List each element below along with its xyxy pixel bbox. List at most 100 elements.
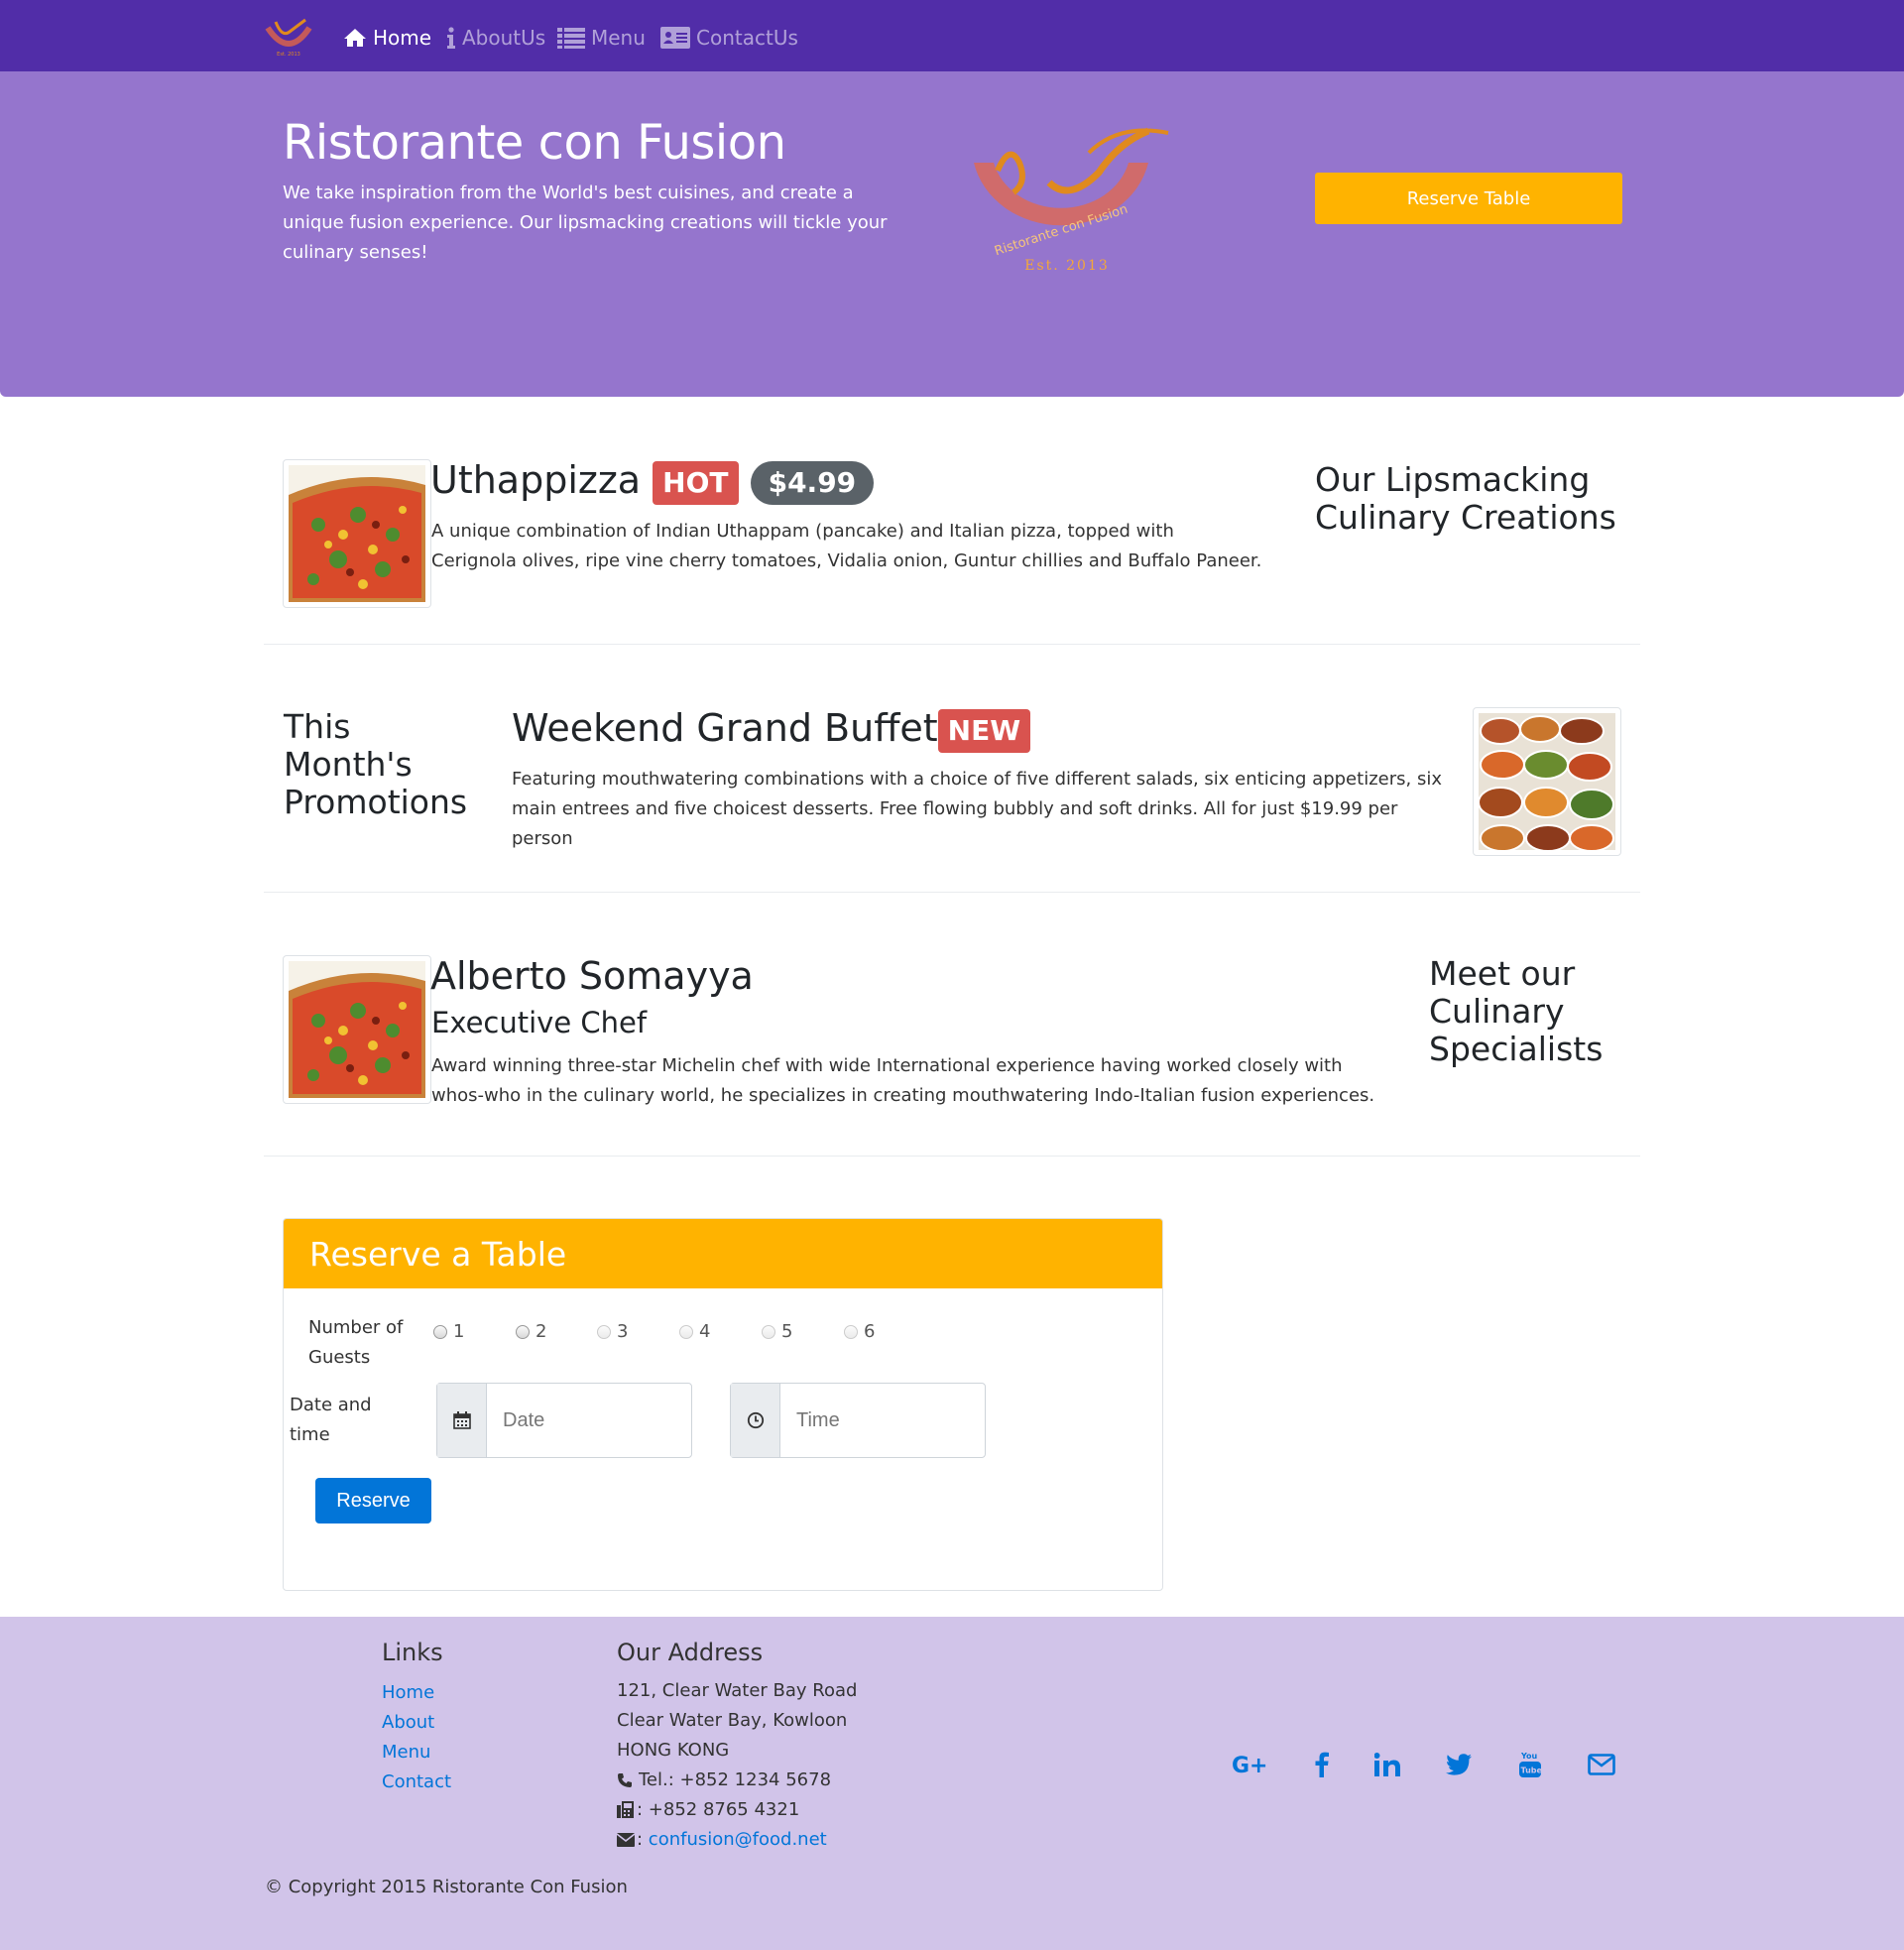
guest-radio-1[interactable]: 1 (433, 1321, 464, 1342)
reserve-submit-button[interactable]: Reserve (315, 1478, 431, 1523)
time-input-group (730, 1383, 986, 1458)
guest-option-label: 3 (617, 1321, 629, 1342)
nav-contactus-label: ContactUs (696, 26, 798, 50)
address-line-1: 121, Clear Water Bay Road (617, 1680, 858, 1701)
guest-option-label: 4 (699, 1321, 711, 1342)
guests-label: Number of Guests (308, 1317, 404, 1368)
envelope-icon (617, 1833, 635, 1847)
copyright: © Copyright 2015 Ristorante Con Fusion (265, 1877, 628, 1897)
address-email: : confusion@food.net (617, 1825, 827, 1855)
brand-logo[interactable]: Est. 2013 (262, 16, 315, 58)
address-fax: : +852 8765 4321 (617, 1795, 799, 1825)
tel-text: Tel.: +852 1234 5678 (639, 1769, 832, 1790)
home-icon (344, 29, 366, 47)
new-badge: NEW (937, 708, 1031, 753)
twitter-icon (1446, 1754, 1472, 1775)
navbar: Est. 2013 Home AboutUs Menu ContactUs (0, 0, 1904, 71)
date-input-group (436, 1383, 692, 1458)
footer-links-heading: Links (382, 1639, 443, 1666)
radio-button[interactable] (679, 1324, 693, 1339)
svg-text:G+: G+ (1232, 1754, 1268, 1775)
jumbotron: Ristorante con Fusion We take inspiratio… (0, 71, 1904, 397)
nav-menu[interactable]: Menu (557, 24, 646, 52)
footer-link-home[interactable]: Home (382, 1682, 434, 1703)
leader-designation: Executive Chef (431, 1006, 648, 1039)
hot-badge: HOT (653, 460, 739, 505)
time-input[interactable] (782, 1384, 981, 1457)
row-divider (264, 644, 1640, 645)
svg-text:You: You (1520, 1752, 1538, 1761)
radio-button[interactable] (516, 1324, 530, 1339)
guest-radio-3[interactable]: 3 (597, 1321, 628, 1342)
footer-link-menu[interactable]: Menu (382, 1742, 430, 1763)
guest-radio-2[interactable]: 2 (516, 1321, 546, 1342)
clock-icon (747, 1411, 764, 1429)
dish-image (283, 459, 431, 608)
row-divider (264, 892, 1640, 893)
guest-option-label: 6 (864, 1321, 876, 1342)
leader-description: Award winning three-star Michelin chef w… (431, 1055, 1375, 1106)
footer-link-contact[interactable]: Contact (382, 1771, 451, 1792)
address-line-3: HONG KONG (617, 1740, 730, 1761)
email-social-link[interactable] (1581, 1744, 1622, 1785)
facebook-icon (1315, 1752, 1329, 1777)
dish-heading: Uthappizza HOT $4.99 (430, 458, 875, 505)
linkedin-icon (1374, 1753, 1400, 1776)
nav-contactus[interactable]: ContactUs (660, 24, 798, 52)
footer-address-heading: Our Address (617, 1639, 764, 1666)
radio-button[interactable] (597, 1324, 611, 1339)
email-link[interactable]: confusion@food.net (649, 1825, 827, 1855)
google-plus-link[interactable]: G+ (1230, 1744, 1271, 1785)
address-tel: Tel.: +852 1234 5678 (617, 1766, 831, 1795)
address-card-icon (660, 27, 690, 49)
radio-button[interactable] (762, 1324, 775, 1339)
guest-radio-5[interactable]: 5 (762, 1321, 792, 1342)
leader-side-heading: Meet our Culinary Specialists (1429, 954, 1604, 1068)
dish-description: A unique combination of Indian Uthappam … (431, 521, 1262, 571)
guest-radio-6[interactable]: 6 (844, 1321, 875, 1342)
linkedin-link[interactable] (1367, 1744, 1408, 1785)
date-input[interactable] (489, 1384, 687, 1457)
nav-menu-label: Menu (591, 26, 646, 50)
nav-aboutus[interactable]: AboutUs (446, 24, 545, 52)
dish-name: Uthappizza (430, 458, 642, 502)
address-line-2: Clear Water Bay, Kowloon (617, 1710, 848, 1731)
pizza-image (289, 465, 425, 602)
radio-button[interactable] (433, 1324, 447, 1339)
restaurant-logo: Ristorante con Fusion Est. 2013 (974, 127, 1169, 274)
time-addon (731, 1384, 780, 1457)
guest-radio-4[interactable]: 4 (679, 1321, 710, 1342)
envelope-icon (1588, 1754, 1615, 1775)
datetime-label: Date and time (290, 1395, 372, 1445)
info-icon (447, 27, 455, 49)
jumbotron-title: Ristorante con Fusion (283, 115, 786, 171)
nav-home-label: Home (373, 26, 432, 50)
reserve-table-button[interactable]: Reserve Table (1315, 173, 1622, 224)
date-addon (437, 1384, 487, 1457)
row-divider (264, 1156, 1640, 1157)
dish-side-heading: Our Lipsmacking Culinary Creations (1315, 460, 1616, 537)
phone-icon (618, 1773, 632, 1787)
reserve-card-title: Reserve a Table (309, 1235, 567, 1274)
guest-option-label: 2 (536, 1321, 547, 1342)
guest-option-label: 1 (453, 1321, 465, 1342)
footer-link-about[interactable]: About (382, 1712, 434, 1733)
buffet-image (1479, 713, 1615, 850)
fax-icon (617, 1801, 634, 1818)
nav-home[interactable]: Home (343, 24, 431, 52)
radio-button[interactable] (844, 1324, 858, 1339)
facebook-link[interactable] (1301, 1744, 1343, 1785)
svg-text:Est. 2013: Est. 2013 (277, 52, 300, 58)
twitter-link[interactable] (1438, 1744, 1480, 1785)
promotion-description: Featuring mouthwatering combinations wit… (512, 769, 1442, 849)
promotion-name: Weekend Grand Buffet (512, 706, 938, 750)
svg-text:Tube: Tube (1521, 1767, 1543, 1775)
list-icon (557, 28, 585, 49)
price-badge: $4.99 (750, 460, 875, 505)
leader-name: Alberto Somayya (430, 954, 754, 998)
calendar-icon (452, 1411, 471, 1429)
guest-option-label: 5 (781, 1321, 793, 1342)
promotion-image (1473, 707, 1621, 856)
youtube-link[interactable]: You Tube (1509, 1744, 1551, 1785)
email-prefix: : (637, 1829, 649, 1850)
